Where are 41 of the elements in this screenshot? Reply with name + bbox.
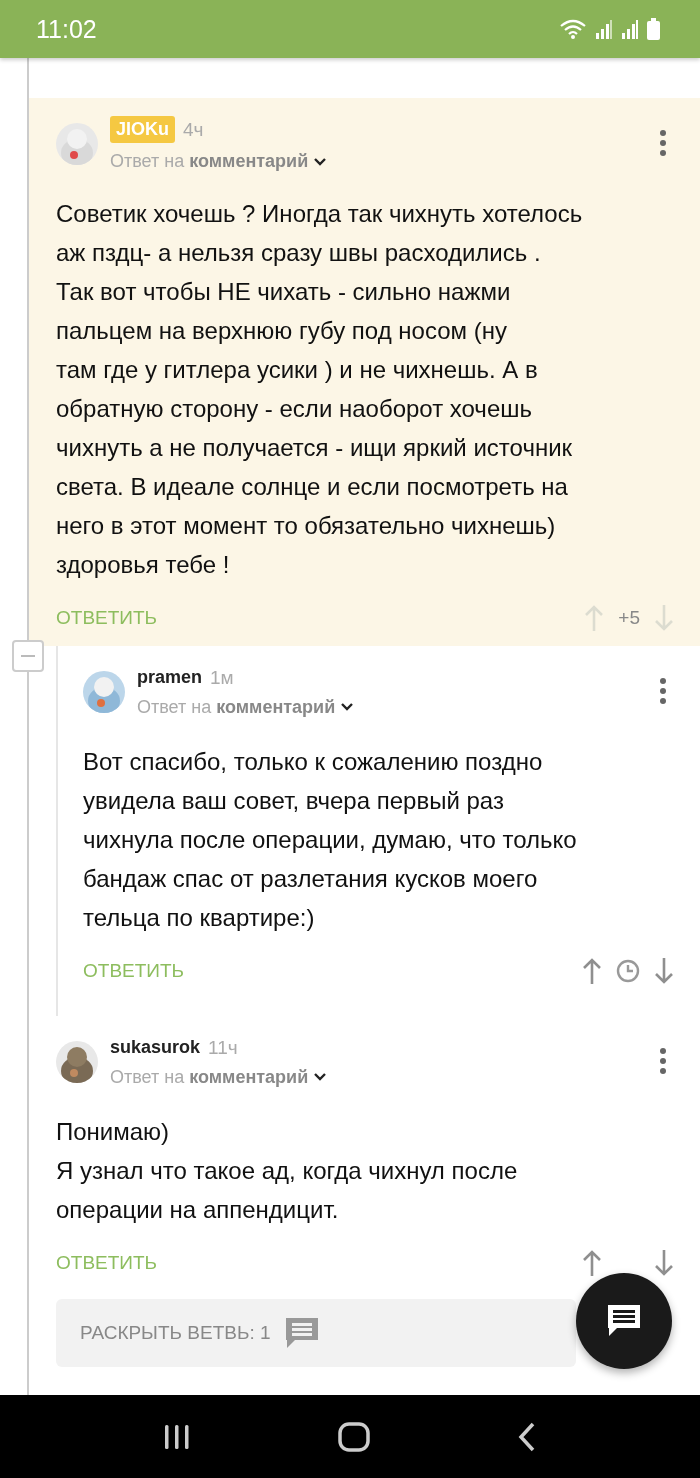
reply-button[interactable]: ОТВЕТИТЬ — [56, 1252, 158, 1274]
battery-icon — [647, 18, 660, 40]
comment-time: 11ч — [208, 1036, 238, 1059]
reply-target-link[interactable]: комментарий — [216, 696, 336, 718]
comment-text: Понимаю) Я узнал что такое ад, когда чихнул после операции на аппендицит. — [56, 1117, 519, 1225]
clock-time: 11:02 — [36, 14, 97, 44]
upvote-icon[interactable] — [582, 1249, 602, 1277]
comment-time: 1м — [210, 666, 234, 689]
comment-text: Вот спасибо, только к сожалению поздно увидела ваш совет, вчера первый раз чихнула после операции, думаю, что только бандаж спас от разлетания кусков моего тельца по квартире:) — [83, 747, 578, 933]
reply-target-link[interactable]: комментарий — [189, 151, 309, 172]
downvote-icon[interactable] — [654, 957, 674, 985]
reply-label: Ответ на — [137, 696, 212, 718]
signal-icon — [595, 19, 613, 39]
reply-button[interactable]: ОТВЕТИТЬ — [83, 960, 185, 982]
more-vertical-icon — [660, 1047, 666, 1074]
downvote-icon[interactable] — [654, 1249, 674, 1277]
comment-fab-button[interactable] — [576, 1273, 672, 1369]
more-vertical-icon — [660, 677, 666, 704]
expand-branch-button[interactable]: РАСКРЫТЬ ВЕТВЬ: 1 — [56, 1299, 576, 1367]
minus-icon — [21, 654, 35, 658]
more-vertical-icon — [660, 129, 666, 156]
reply-button[interactable]: ОТВЕТИТЬ — [56, 607, 158, 629]
author-name[interactable]: sukasurok — [110, 1037, 201, 1058]
chevron-down-icon[interactable] — [313, 156, 328, 167]
back-icon[interactable] — [516, 1421, 537, 1452]
wifi-icon — [559, 18, 587, 40]
home-icon[interactable] — [338, 1421, 370, 1452]
signal-icon — [621, 19, 639, 39]
reply-target-link[interactable]: комментарий — [189, 1066, 309, 1088]
comment-icon — [605, 1303, 643, 1339]
chevron-down-icon[interactable] — [340, 702, 355, 712]
clock-icon — [616, 959, 640, 983]
reply-label: Ответ на — [110, 151, 185, 172]
recent-apps-icon[interactable] — [163, 1422, 192, 1451]
upvote-icon[interactable] — [582, 957, 602, 985]
comment-text: Советик хочешь ? Иногда так чихнуть хотелось аж пздц- а нельзя сразу швы расходились . Так вот чтобы НЕ чихать - сильно нажми пальцем на верхнюю губу под носом (ну там где у гитлера усики ) и не чихнешь. А в обратную сторону - если наоборот хочешь чихнуть а не получается - ищи яркий источник света. В идеале солнце и если посмотреть на него в этот момент то обязательно чихнешь) здоровья тебе ! — [56, 199, 584, 580]
author-name[interactable]: pramen — [137, 667, 203, 688]
comment-time: 4ч — [183, 118, 204, 141]
rating-value: +5 — [618, 607, 640, 629]
reply-label: Ответ на — [110, 1066, 185, 1088]
chevron-down-icon[interactable] — [313, 1072, 328, 1082]
